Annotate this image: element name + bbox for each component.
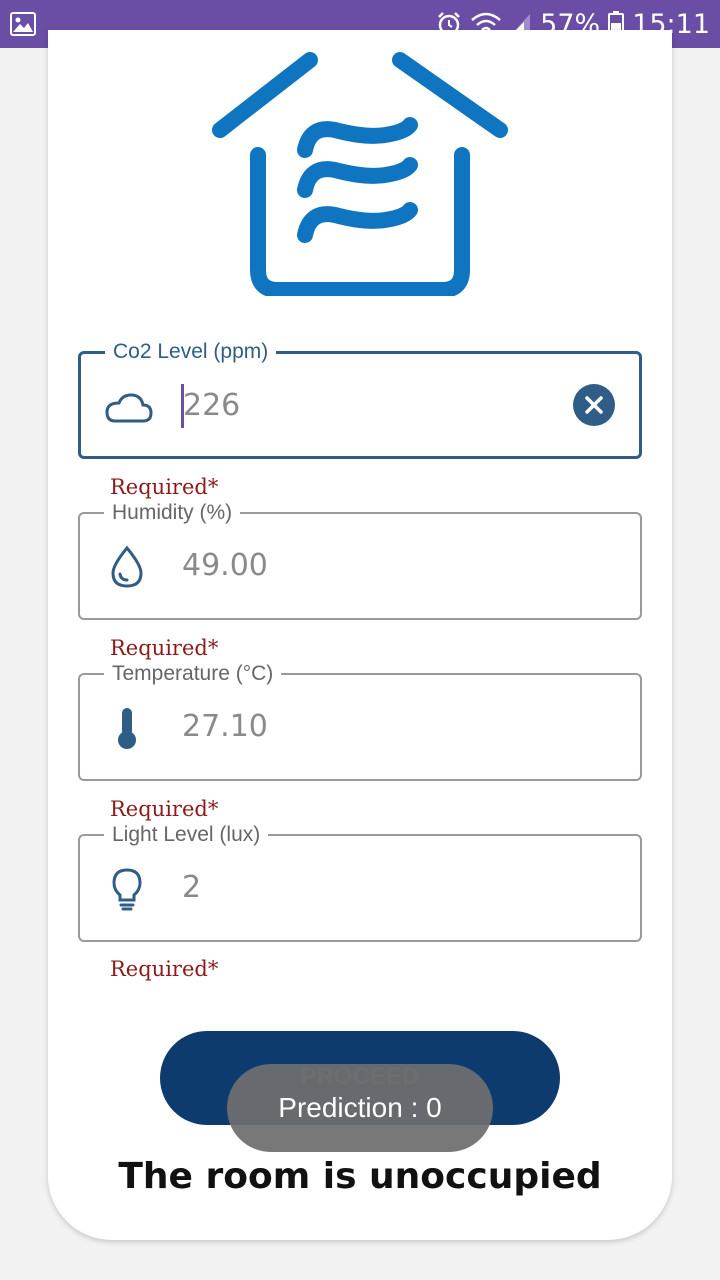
humidity-required-text: Required* <box>110 636 219 660</box>
humidity-input[interactable]: 49.00 <box>182 546 268 586</box>
prediction-toast: Prediction : 0 <box>227 1064 493 1152</box>
thermometer-icon <box>102 705 152 751</box>
light-level-input[interactable]: 2 <box>182 868 201 908</box>
clear-input-button[interactable] <box>573 384 615 426</box>
close-icon <box>585 396 603 414</box>
occupancy-result: The room is unoccupied <box>118 1156 602 1197</box>
temperature-label: Temperature (°C) <box>104 661 282 687</box>
temperature-field[interactable]: Temperature (°C) 27.10 <box>78 661 642 781</box>
lightbulb-icon <box>102 866 152 912</box>
light-required-text: Required* <box>110 957 219 981</box>
humidity-field[interactable]: Humidity (%) 49.00 <box>78 500 642 620</box>
co2-level-label: Co2 Level (ppm) <box>105 339 277 365</box>
co2-level-input[interactable]: 226 <box>183 386 240 426</box>
co2-level-field[interactable]: Co2 Level (ppm) 226 <box>78 339 642 459</box>
light-level-label: Light Level (lux) <box>104 822 269 848</box>
gallery-icon <box>10 12 36 36</box>
temperature-required-text: Required* <box>110 797 219 821</box>
temperature-input[interactable]: 27.10 <box>182 707 268 747</box>
prediction-toast-text: Prediction : 0 <box>278 1092 442 1123</box>
light-level-field[interactable]: Light Level (lux) 2 <box>78 822 642 942</box>
cloud-icon <box>103 384 153 430</box>
water-drop-icon <box>102 544 152 590</box>
humidity-label: Humidity (%) <box>104 500 241 526</box>
co2-required-text: Required* <box>110 475 219 499</box>
house-air-logo <box>210 40 510 298</box>
